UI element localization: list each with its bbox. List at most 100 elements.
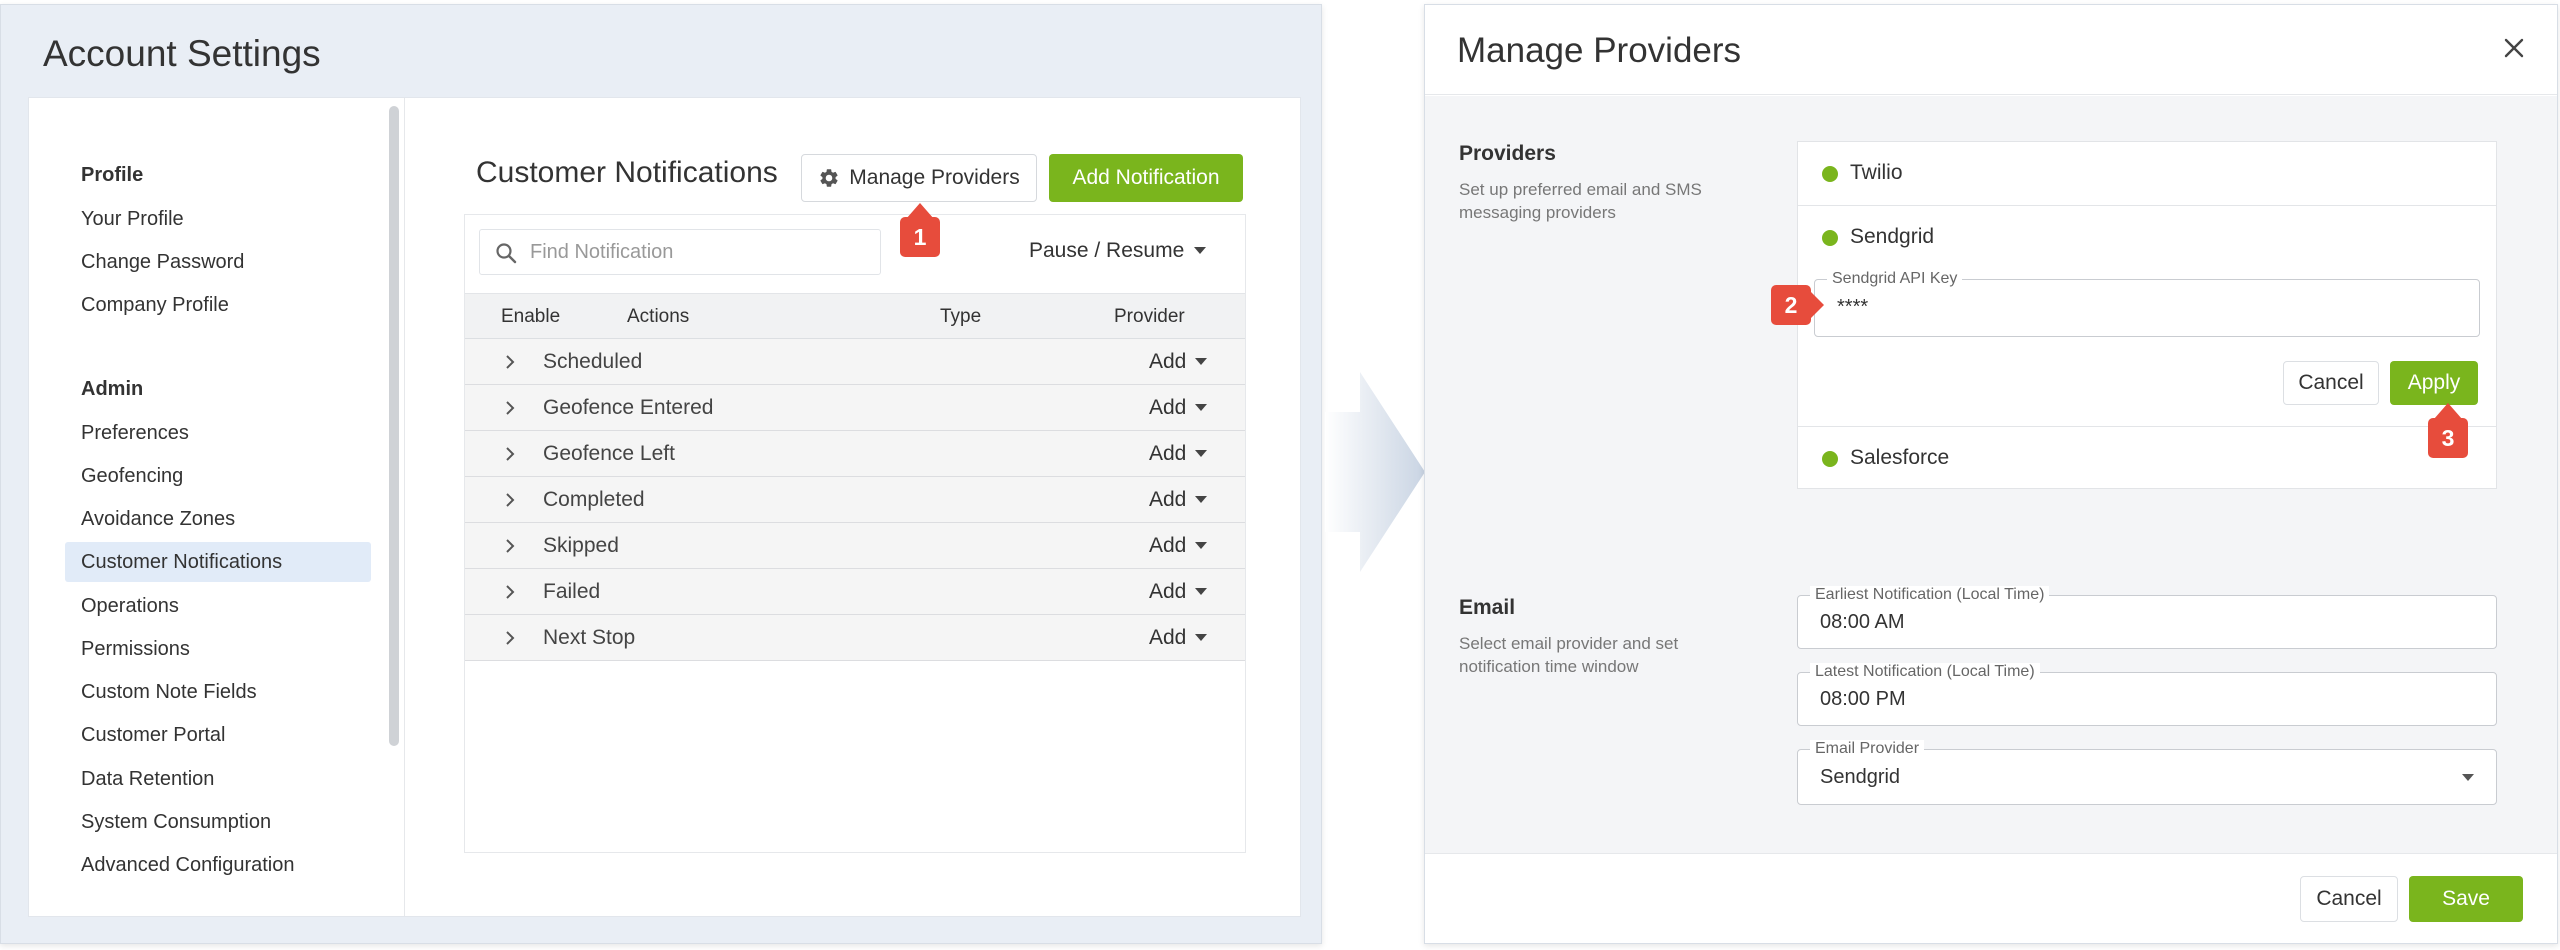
latest-notification-input[interactable]: 08:00 PM (1820, 688, 1906, 711)
table-row[interactable]: Geofence Entered Add (465, 385, 1245, 431)
email-provider-select[interactable]: Email Provider Sendgrid (1797, 740, 2497, 805)
row-label: Next Stop (543, 626, 636, 649)
provider-item-salesforce[interactable]: Salesforce (1798, 427, 2496, 490)
sidebar-item-company-profile[interactable]: Company Profile (81, 294, 229, 317)
earliest-notification-label: Earliest Notification (Local Time) (1810, 586, 2050, 604)
table-row[interactable]: Skipped Add (465, 523, 1245, 569)
table-row[interactable]: Scheduled Add (465, 339, 1245, 385)
sidebar-item-advanced-configuration[interactable]: Advanced Configuration (81, 854, 294, 877)
column-header-type: Type (940, 306, 982, 327)
column-header-enable: Enable (501, 306, 561, 327)
latest-notification-field[interactable]: Latest Notification (Local Time) 08:00 P… (1797, 663, 2497, 726)
provider-name: Salesforce (1850, 446, 1950, 469)
caret-down-icon (1195, 634, 1208, 641)
email-section-description: Select email provider and set notificati… (1459, 634, 1679, 676)
modal-body: Providers Set up preferred email and SMS… (1425, 96, 2557, 853)
close-icon[interactable] (2503, 37, 2525, 59)
sidebar-item-customer-notifications[interactable]: Customer Notifications (81, 551, 282, 574)
chevron-right-icon[interactable] (505, 630, 515, 646)
api-key-input[interactable]: **** (1837, 296, 1868, 319)
chevron-right-icon[interactable] (505, 584, 515, 600)
caret-down-icon (1195, 496, 1208, 503)
table-row[interactable]: Next Stop Add (465, 615, 1245, 661)
sidebar-item-preferences[interactable]: Preferences (81, 422, 189, 445)
divider (404, 98, 405, 916)
row-label: Skipped (543, 534, 619, 557)
caret-down-icon (1195, 588, 1208, 595)
sidebar-item-permissions[interactable]: Permissions (81, 638, 190, 661)
chevron-right-icon[interactable] (505, 538, 515, 554)
search-box[interactable] (479, 229, 881, 275)
table-row[interactable]: Failed Add (465, 569, 1245, 615)
add-provider-dropdown[interactable]: Add (1149, 580, 1208, 604)
column-header-actions: Actions (627, 306, 690, 327)
add-notification-button[interactable]: Add Notification (1049, 154, 1243, 202)
email-provider-value: Sendgrid (1820, 766, 1901, 788)
table-row[interactable]: Completed Add (465, 477, 1245, 523)
cancel-button[interactable]: Cancel (2300, 876, 2398, 922)
provider-item-twilio[interactable]: Twilio (1798, 142, 2496, 205)
earliest-notification-field[interactable]: Earliest Notification (Local Time) 08:00… (1797, 586, 2497, 649)
callout-badge-3: 3 (2428, 418, 2468, 458)
provider-item-sendgrid[interactable]: Sendgrid (1798, 206, 2496, 269)
sidebar-item-customer-portal[interactable]: Customer Portal (81, 724, 226, 747)
earliest-notification-input[interactable]: 08:00 AM (1820, 611, 1905, 634)
sidebar-item-system-consumption[interactable]: System Consumption (81, 811, 271, 834)
add-label: Add (1149, 626, 1187, 649)
sidebar-item-custom-note-fields[interactable]: Custom Note Fields (81, 681, 257, 704)
page-title: Account Settings (43, 33, 321, 74)
sidebar-item-operations[interactable]: Operations (81, 595, 179, 618)
caret-down-icon (1195, 358, 1208, 365)
chevron-right-icon[interactable] (505, 492, 515, 508)
sidebar-item-change-password[interactable]: Change Password (81, 251, 244, 274)
sidebar-item-avoidance-zones[interactable]: Avoidance Zones (81, 508, 235, 531)
callout-pointer-right (1810, 291, 1824, 319)
caret-down-icon (1195, 542, 1208, 549)
column-header-provider: Provider (1114, 306, 1185, 327)
add-provider-dropdown[interactable]: Add (1149, 626, 1208, 650)
sendgrid-api-key-field[interactable]: Sendgrid API Key **** (1814, 270, 2480, 337)
status-dot-icon (1822, 451, 1838, 467)
providers-list: Twilio Sendgrid Sendgrid API Key **** Ca… (1797, 141, 2497, 489)
callout-pointer-up (2434, 403, 2462, 419)
add-provider-dropdown[interactable]: Add (1149, 396, 1208, 420)
save-button[interactable]: Save (2409, 876, 2523, 922)
arrow-right-icon (1325, 372, 1425, 572)
sidebar-item-data-retention[interactable]: Data Retention (81, 768, 214, 791)
email-section-title: Email (1459, 596, 1516, 619)
sidebar-heading-admin: Admin (81, 378, 144, 400)
row-label: Completed (543, 488, 645, 511)
callout-badge-1: 1 (900, 217, 940, 257)
status-dot-icon (1822, 230, 1838, 246)
add-label: Add (1149, 488, 1187, 511)
apply-button[interactable]: Apply (2390, 361, 2478, 405)
sidebar-item-geofencing[interactable]: Geofencing (81, 465, 183, 488)
pause-resume-dropdown[interactable]: Pause / Resume (1029, 239, 1207, 263)
manage-providers-label: Manage Providers (849, 166, 1020, 189)
section-title: Customer Notifications (476, 156, 778, 189)
add-provider-dropdown[interactable]: Add (1149, 350, 1208, 374)
add-provider-dropdown[interactable]: Add (1149, 534, 1208, 558)
chevron-right-icon[interactable] (505, 354, 515, 370)
settings-card: Profile Your Profile Change Password Com… (28, 97, 1301, 917)
manage-providers-button[interactable]: Manage Providers (801, 154, 1037, 202)
api-key-label: Sendgrid API Key (1827, 270, 1963, 288)
table-row[interactable]: Geofence Left Add (465, 431, 1245, 477)
notifications-panel: Pause / Resume Enable Actions Type Provi… (464, 214, 1246, 853)
chevron-right-icon[interactable] (505, 446, 515, 462)
provider-name: Twilio (1850, 161, 1903, 184)
add-provider-dropdown[interactable]: Add (1149, 488, 1208, 512)
search-input[interactable] (530, 230, 870, 274)
add-label: Add (1149, 442, 1187, 465)
latest-notification-label: Latest Notification (Local Time) (1810, 663, 2040, 681)
sidebar-scrollbar[interactable] (389, 106, 399, 746)
add-provider-dropdown[interactable]: Add (1149, 442, 1208, 466)
sidebar-item-your-profile[interactable]: Your Profile (81, 208, 184, 231)
sidebar-heading-profile: Profile (81, 164, 144, 186)
chevron-right-icon[interactable] (505, 400, 515, 416)
pause-resume-label: Pause / Resume (1029, 239, 1185, 262)
api-key-cancel-button[interactable]: Cancel (2283, 361, 2379, 405)
add-label: Add (1149, 396, 1187, 419)
row-label: Geofence Left (543, 442, 675, 465)
sidebar: Profile Your Profile Change Password Com… (29, 98, 404, 916)
